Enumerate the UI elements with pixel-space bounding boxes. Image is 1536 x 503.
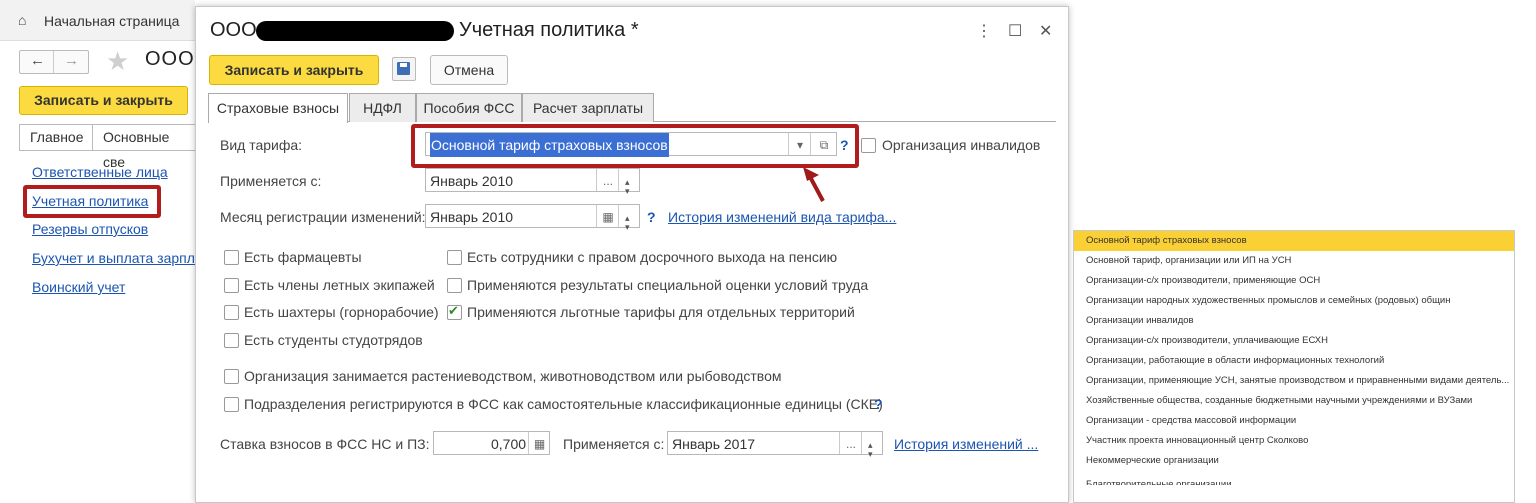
home-tab[interactable]: ⌂ Начальная страница bbox=[0, 0, 195, 41]
reg-month-label: Месяц регистрации изменений: bbox=[220, 209, 426, 225]
rate-value: 0,700 bbox=[491, 436, 527, 452]
applies-from-field[interactable]: Январь 2010 ... ▴ ▾ bbox=[425, 168, 640, 196]
home-icon: ⌂ bbox=[18, 12, 27, 28]
miners-label: Есть шахтеры (горнорабочие) bbox=[244, 304, 439, 320]
special-assessment-checkbox[interactable] bbox=[447, 278, 462, 293]
period-spinner[interactable]: ▴ ▾ bbox=[618, 169, 639, 196]
dropdown-item[interactable]: Основной тариф, организации или ИП на УС… bbox=[1074, 251, 1514, 271]
dropdown-item[interactable]: Основной тариф страховых взносов bbox=[1074, 231, 1514, 251]
reg-month-spinner[interactable]: ▴ ▾ bbox=[618, 205, 639, 232]
bg-tab-basic[interactable]: Основные све bbox=[92, 124, 199, 170]
applies-from-value: Январь 2010 bbox=[430, 173, 514, 189]
tariff-history-link[interactable]: История изменений вида тарифа... bbox=[668, 209, 896, 225]
pharmacists-label: Есть фармацевты bbox=[244, 249, 362, 265]
fss-units-label: Подразделения регистрируются в ФСС как с… bbox=[244, 396, 883, 412]
flight-crew-label: Есть члены летных экипажей bbox=[244, 277, 435, 293]
bg-window-title: ООО bbox=[145, 48, 195, 70]
dropdown-item[interactable]: Благотворительные организации bbox=[1074, 471, 1514, 485]
tariff-label: Вид тарифа: bbox=[220, 137, 303, 153]
redacted-company-name bbox=[256, 21, 454, 41]
save-close-button[interactable]: Записать и закрыть bbox=[209, 55, 379, 85]
rate-history-link[interactable]: История изменений ... bbox=[894, 436, 1038, 452]
students-label: Есть студенты студотрядов bbox=[244, 332, 423, 348]
background-window: ⌂ Начальная страница ← → ★ ООО Записать … bbox=[0, 0, 200, 501]
special-assessment-label: Применяются результаты специальной оценк… bbox=[467, 277, 869, 293]
rate-applies-label: Применяется с: bbox=[563, 436, 665, 452]
dropdown-item[interactable]: Организации народных художественных пром… bbox=[1074, 291, 1514, 311]
applies-from-label: Применяется с: bbox=[220, 173, 322, 189]
agriculture-label: Организация занимается растениеводством,… bbox=[244, 368, 782, 384]
preferential-tariffs-label: Применяются льготные тарифы для отдельны… bbox=[467, 304, 855, 320]
bg-tab-bar: Главное Основные све bbox=[19, 124, 199, 170]
dropdown-item[interactable]: Организации, работающие в области информ… bbox=[1074, 351, 1514, 371]
early-retirement-label: Есть сотрудники с правом досрочного выхо… bbox=[467, 249, 838, 265]
fss-units-checkbox[interactable] bbox=[224, 397, 239, 412]
link-responsible-persons[interactable]: Ответственные лица bbox=[32, 164, 168, 180]
nav-divider bbox=[53, 51, 54, 73]
dialog-title: Учетная политика * bbox=[459, 19, 639, 41]
rate-period-spinner[interactable]: ▴ ▾ bbox=[861, 432, 882, 459]
dropdown-item[interactable]: Участник проекта инновационный центр Ско… bbox=[1074, 431, 1514, 451]
disabled-org-label: Организация инвалидов bbox=[882, 137, 1041, 153]
disabled-org-checkbox[interactable] bbox=[861, 138, 876, 153]
dialog-title-prefix: ООО bbox=[210, 19, 257, 41]
favorite-star-icon[interactable]: ★ bbox=[106, 46, 129, 77]
bg-save-close-button[interactable]: Записать и закрыть bbox=[19, 86, 188, 115]
highlight-tariff-field bbox=[411, 124, 859, 168]
reg-month-value: Январь 2010 bbox=[430, 209, 514, 225]
maximize-icon[interactable]: ☐ bbox=[1008, 21, 1022, 41]
link-vacation-reserves[interactable]: Резервы отпусков bbox=[32, 221, 148, 237]
dropdown-item[interactable]: Некоммерческие организации bbox=[1074, 451, 1514, 471]
fss-units-help-icon[interactable]: ? bbox=[874, 396, 883, 412]
highlight-accounting-policy bbox=[23, 185, 161, 218]
annotation-arrow bbox=[803, 167, 825, 202]
tab-payroll[interactable]: Расчет зарплаты bbox=[522, 93, 654, 122]
agriculture-checkbox[interactable] bbox=[224, 369, 239, 384]
reg-month-field[interactable]: Январь 2010 ▦ ▴ ▾ bbox=[425, 204, 640, 232]
back-arrow-icon[interactable]: ← bbox=[30, 52, 45, 69]
students-checkbox[interactable] bbox=[224, 333, 239, 348]
link-payroll-accounting[interactable]: Бухучет и выплата зарпл bbox=[32, 250, 195, 266]
cancel-button[interactable]: Отмена bbox=[430, 55, 508, 85]
rate-applies-value: Январь 2017 bbox=[672, 436, 756, 452]
close-icon[interactable]: ✕ bbox=[1039, 21, 1052, 41]
bg-tab-main[interactable]: Главное bbox=[19, 124, 95, 150]
floppy-disk-icon bbox=[397, 62, 410, 75]
reg-month-help-icon[interactable]: ? bbox=[647, 209, 656, 225]
accounting-policy-dialog: ООО Учетная политика * ⋮ ☐ ✕ Записать и … bbox=[195, 6, 1069, 503]
nav-buttons: ← → bbox=[19, 50, 89, 74]
select-ellipsis-icon[interactable]: ... bbox=[596, 169, 619, 191]
forward-arrow-icon[interactable]: → bbox=[64, 52, 79, 69]
calendar-icon[interactable]: ▦ bbox=[596, 205, 619, 227]
flight-crew-checkbox[interactable] bbox=[224, 278, 239, 293]
dropdown-item[interactable]: Организации, применяющие УСН, занятые пр… bbox=[1074, 371, 1514, 391]
early-retirement-checkbox[interactable] bbox=[447, 250, 462, 265]
save-button[interactable] bbox=[392, 57, 416, 81]
dropdown-item[interactable]: Организации инвалидов bbox=[1074, 311, 1514, 331]
dropdown-item[interactable]: Хозяйственные общества, созданные бюджет… bbox=[1074, 391, 1514, 411]
tab-insurance[interactable]: Страховые взносы bbox=[208, 93, 348, 123]
rate-select-ellipsis-icon[interactable]: ... bbox=[839, 432, 862, 454]
rate-label: Ставка взносов в ФСС НС и ПЗ: bbox=[220, 436, 430, 452]
dropdown-item[interactable]: Организации-с/х производители, применяющ… bbox=[1074, 271, 1514, 291]
tab-fss-benefits[interactable]: Пособия ФСС bbox=[416, 93, 522, 122]
pharmacists-checkbox[interactable] bbox=[224, 250, 239, 265]
dropdown-item[interactable]: Организации - средства массовой информац… bbox=[1074, 411, 1514, 431]
link-military-registration[interactable]: Воинский учет bbox=[32, 279, 125, 295]
rate-field[interactable]: 0,700 ▦ bbox=[433, 431, 550, 455]
miners-checkbox[interactable] bbox=[224, 305, 239, 320]
more-menu-icon[interactable]: ⋮ bbox=[976, 21, 992, 41]
home-label: Начальная страница bbox=[44, 13, 180, 29]
rate-applies-field[interactable]: Январь 2017 ... ▴ ▾ bbox=[667, 431, 883, 459]
tab-ndfl[interactable]: НДФЛ bbox=[349, 93, 416, 122]
preferential-tariffs-checkbox[interactable] bbox=[447, 303, 462, 320]
calculator-icon[interactable]: ▦ bbox=[528, 432, 550, 454]
dropdown-item[interactable]: Организации-с/х производители, уплачиваю… bbox=[1074, 331, 1514, 351]
tariff-dropdown-list: Основной тариф страховых взносов Основно… bbox=[1073, 230, 1515, 503]
tab-bar: Страховые взносы НДФЛ Пособия ФСС Расчет… bbox=[208, 93, 1056, 123]
